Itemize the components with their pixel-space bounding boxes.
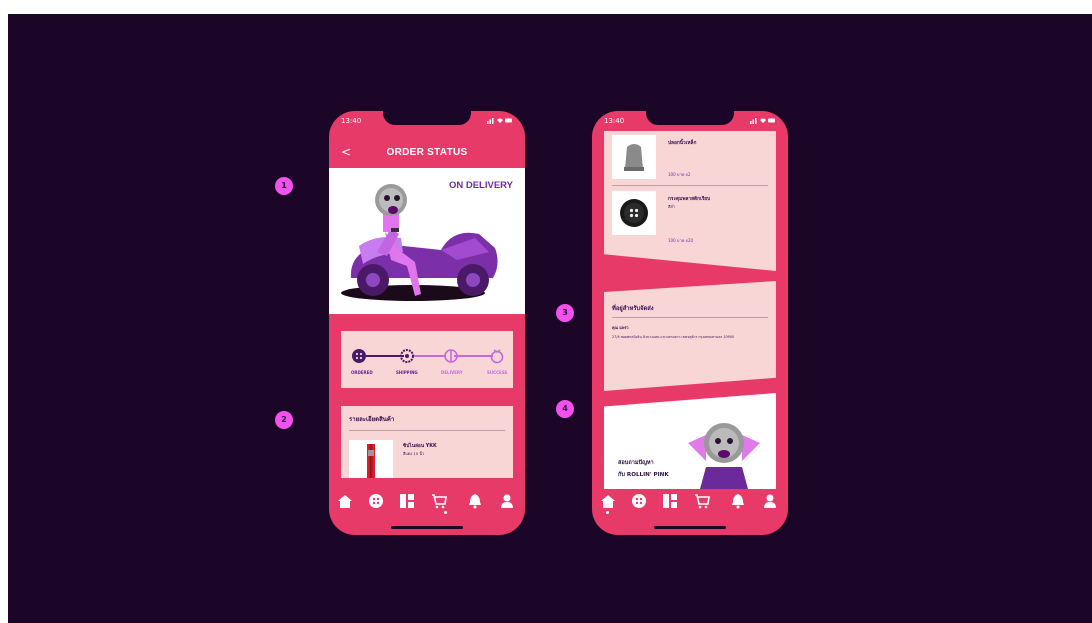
background: 1 2 3 4 13:40 < ORDER STATUS ON DELIVERY (8, 14, 1092, 623)
badge-2: 2 (275, 411, 293, 429)
tab-bar (592, 491, 788, 515)
item-name: กระดุมพลาสติกเรียบ (668, 197, 711, 202)
bell-icon[interactable] (467, 493, 483, 509)
help-line-2: กับ ROLLIN' PINK (618, 472, 669, 478)
button-icon[interactable] (631, 493, 647, 509)
delivery-hero-card: ON DELIVERY (329, 168, 525, 314)
phone-notch (383, 111, 471, 125)
cart-icon[interactable] (431, 493, 447, 509)
catalog-icon[interactable] (399, 493, 415, 509)
item-sub: สีดำ (668, 204, 675, 209)
divider (612, 185, 768, 186)
cart-icon[interactable] (694, 493, 710, 509)
home-icon[interactable] (600, 493, 616, 509)
status-icons (750, 117, 776, 126)
product-details-card: รายละเอียดสินค้า ซิปไนล่อน YKK สีแดง 10 … (341, 406, 513, 478)
button-icon (620, 199, 648, 227)
badge-4: 4 (556, 400, 574, 418)
step-shipping-label: SHIPPING (396, 370, 418, 375)
phone-notch (646, 111, 734, 125)
bell-icon[interactable] (730, 493, 746, 509)
home-icon[interactable] (337, 493, 353, 509)
product-details-title: รายละเอียดสินค้า (349, 416, 395, 423)
order-items-card: ปลอกนิ้วเหล็ก 100 บาท x2 กระดุมพลาสติกเร… (604, 131, 776, 271)
order-progress-steps (352, 349, 504, 364)
divider (612, 317, 768, 318)
phone-order-details: 13:40 ปลอกนิ้วเหล็ก 100 บาท x2 กระดุมพลา… (592, 111, 788, 535)
address-title: ที่อยู่สำหรับจัดส่ง (612, 306, 654, 312)
step-success-icon (490, 349, 504, 364)
help-line-1: สอบถามปัญหา (618, 460, 654, 466)
thimble-icon (624, 144, 644, 171)
catalog-icon[interactable] (662, 493, 678, 509)
status-time: 13:40 (604, 117, 625, 125)
button-icon[interactable] (368, 493, 384, 509)
item-name: ซิปไนล่อน YKK (403, 444, 437, 449)
signal-wifi-battery-icon (750, 118, 775, 124)
status-time: 13:40 (341, 117, 362, 125)
item-thumbnail (612, 191, 656, 235)
rider-motorcycle-illustration (341, 184, 498, 301)
item-name: ปลอกนิ้วเหล็ก (668, 141, 697, 146)
user-icon[interactable] (762, 493, 778, 509)
tab-bar (329, 491, 525, 515)
user-icon[interactable] (499, 493, 515, 509)
active-tab-indicator (444, 511, 447, 514)
help-card[interactable]: สอบถามปัญหา กับ ROLLIN' PINK (604, 393, 776, 489)
badge-3: 3 (556, 304, 574, 322)
badge-1: 1 (275, 177, 293, 195)
mascot-illustration (688, 423, 760, 489)
home-indicator (391, 526, 463, 529)
step-ordered-icon (352, 349, 366, 363)
item-sub: สีแดง 10 นิ้ว (403, 451, 425, 456)
signal-wifi-battery-icon (487, 118, 512, 124)
nav-header: < ORDER STATUS (329, 141, 525, 167)
shipping-address-card: ที่อยู่สำหรับจัดส่ง คุณ แพรว 27/4 ซอยพหล… (604, 281, 776, 391)
order-progress-card: ORDERED SHIPPING DELIVERY SUCCESS (341, 331, 513, 388)
page-title: ORDER STATUS (386, 147, 468, 158)
divider (349, 430, 505, 431)
step-ordered-label: ORDERED (351, 370, 373, 375)
home-indicator (654, 526, 726, 529)
address-name: คุณ แพรว (612, 325, 629, 330)
step-delivery-label: DELIVERY (441, 370, 463, 375)
step-success-label: SUCCESS (487, 370, 508, 375)
item-price: 100 บาท x20 (668, 238, 694, 243)
zipper-icon (367, 444, 375, 478)
active-tab-indicator (606, 511, 609, 514)
status-icons (487, 117, 513, 126)
zipper-thumbnail (349, 440, 393, 478)
item-price: 100 บาท x2 (668, 172, 691, 177)
address-line: 27/4 ซอยพหลโยธิน นิวบางแสน แขวงลาดยาว เข… (612, 335, 735, 339)
phone-order-status: 13:40 < ORDER STATUS ON DELIVERY ORDERED… (329, 111, 525, 535)
item-thumbnail (612, 135, 656, 179)
